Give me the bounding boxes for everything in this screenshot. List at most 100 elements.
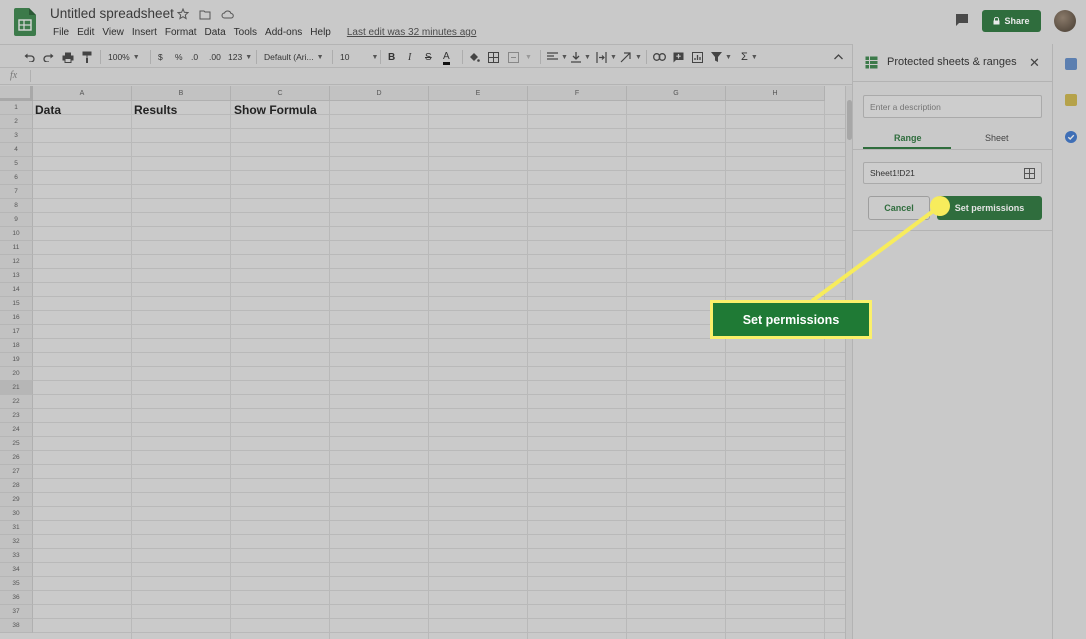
row-header-3[interactable]: 3 <box>0 129 33 143</box>
row-header-35[interactable]: 35 <box>0 577 33 591</box>
merge-cells-icon[interactable]: ▼ <box>508 50 532 64</box>
row-header-13[interactable]: 13 <box>0 269 33 283</box>
select-all-corner[interactable] <box>0 86 33 101</box>
font-select[interactable]: Default (Ari... ▼ <box>264 50 324 64</box>
decrease-decimal-button[interactable]: .0 <box>191 50 198 64</box>
collapse-toolbar-icon[interactable] <box>834 50 843 64</box>
description-input[interactable] <box>863 95 1042 118</box>
row-header-20[interactable]: 20 <box>0 367 33 381</box>
row-header-16[interactable]: 16 <box>0 311 33 325</box>
currency-format-button[interactable]: $ <box>158 50 163 64</box>
cell-area[interactable] <box>33 101 845 639</box>
range-field[interactable]: Sheet1!D21 <box>863 162 1042 184</box>
bold-button[interactable]: B <box>388 50 395 64</box>
cloud-status-icon[interactable] <box>220 7 234 21</box>
menu-data[interactable]: Data <box>201 27 230 38</box>
set-permissions-button[interactable]: Set permissions <box>937 196 1042 220</box>
comment-icon[interactable] <box>954 12 970 28</box>
percent-format-button[interactable]: % <box>175 50 183 64</box>
paint-format-icon[interactable] <box>82 50 92 64</box>
borders-icon[interactable] <box>488 50 499 64</box>
last-edit-link[interactable]: Last edit was 32 minutes ago <box>347 27 477 38</box>
italic-button[interactable]: I <box>408 50 411 64</box>
menu-edit[interactable]: Edit <box>73 27 98 38</box>
row-header-7[interactable]: 7 <box>0 185 33 199</box>
row-header-12[interactable]: 12 <box>0 255 33 269</box>
undo-icon[interactable] <box>24 50 35 64</box>
share-button[interactable]: Share <box>982 10 1041 32</box>
row-header-25[interactable]: 25 <box>0 437 33 451</box>
filter-icon[interactable]: ▼ <box>711 50 732 64</box>
folder-move-icon[interactable] <box>198 7 212 21</box>
text-rotation-icon[interactable]: ▼ <box>620 50 642 64</box>
insert-comment-icon[interactable] <box>673 50 684 64</box>
close-icon[interactable]: ✕ <box>1029 55 1040 71</box>
menu-format[interactable]: Format <box>161 27 201 38</box>
column-header-f[interactable]: F <box>528 86 627 101</box>
formula-bar[interactable]: fx <box>0 68 852 85</box>
row-header-19[interactable]: 19 <box>0 353 33 367</box>
strikethrough-button[interactable]: S <box>425 50 432 64</box>
column-header-g[interactable]: G <box>627 86 726 101</box>
row-header-4[interactable]: 4 <box>0 143 33 157</box>
row-header-24[interactable]: 24 <box>0 423 33 437</box>
row-header-32[interactable]: 32 <box>0 535 33 549</box>
column-header-c[interactable]: C <box>231 86 330 101</box>
row-header-11[interactable]: 11 <box>0 241 33 255</box>
column-header-e[interactable]: E <box>429 86 528 101</box>
vertical-scrollbar[interactable] <box>845 86 852 639</box>
row-header-9[interactable]: 9 <box>0 213 33 227</box>
row-header-23[interactable]: 23 <box>0 409 33 423</box>
select-range-icon[interactable] <box>1024 168 1035 179</box>
document-title[interactable]: Untitled spreadsheet <box>50 6 174 21</box>
vertical-align-icon[interactable]: ▼ <box>571 50 591 64</box>
row-header-37[interactable]: 37 <box>0 605 33 619</box>
row-header-10[interactable]: 10 <box>0 227 33 241</box>
font-size-select[interactable]: 10 ▼ <box>340 50 378 64</box>
redo-icon[interactable] <box>43 50 54 64</box>
cell-a1[interactable]: Data <box>35 103 61 117</box>
tab-range[interactable]: Range <box>894 133 922 143</box>
menu-insert[interactable]: Insert <box>128 27 161 38</box>
spreadsheet-grid[interactable]: ABCDEFGH 1 2 3 4 5 6 7 8 9 10 11 12 13 14 15 16 17 18 19 20… <box>0 86 845 639</box>
tab-sheet[interactable]: Sheet <box>985 133 1009 143</box>
text-wrapping-icon[interactable]: ▼ <box>596 50 617 64</box>
row-header-1[interactable]: 1 <box>0 101 33 115</box>
row-header-8[interactable]: 8 <box>0 199 33 213</box>
row-header-34[interactable]: 34 <box>0 563 33 577</box>
row-header-29[interactable]: 29 <box>0 493 33 507</box>
menu-help[interactable]: Help <box>306 27 335 38</box>
column-header-d[interactable]: D <box>330 86 429 101</box>
menu-file[interactable]: File <box>49 27 73 38</box>
menu-tools[interactable]: Tools <box>230 27 261 38</box>
row-header-38[interactable]: 38 <box>0 619 33 633</box>
tasks-icon[interactable] <box>1065 131 1077 143</box>
menu-addons[interactable]: Add-ons <box>261 27 306 38</box>
row-header-6[interactable]: 6 <box>0 171 33 185</box>
cancel-button[interactable]: Cancel <box>868 196 930 220</box>
row-header-2[interactable]: 2 <box>0 115 33 129</box>
column-header-a[interactable]: A <box>33 86 132 101</box>
column-header-b[interactable]: B <box>132 86 231 101</box>
increase-decimal-button[interactable]: .00 <box>209 50 221 64</box>
horizontal-align-icon[interactable]: ▼ <box>547 50 568 64</box>
row-header-14[interactable]: 14 <box>0 283 33 297</box>
calendar-icon[interactable] <box>1065 58 1077 70</box>
insert-link-icon[interactable] <box>653 50 666 64</box>
text-color-button[interactable]: A <box>443 50 450 65</box>
row-header-5[interactable]: 5 <box>0 157 33 171</box>
row-header-22[interactable]: 22 <box>0 395 33 409</box>
row-header-21[interactable]: 21 <box>0 381 33 395</box>
insert-chart-icon[interactable] <box>692 50 703 64</box>
print-icon[interactable] <box>62 50 74 64</box>
functions-button[interactable]: Σ ▼ <box>741 50 758 64</box>
column-header-h[interactable]: H <box>726 86 825 101</box>
fill-color-icon[interactable] <box>469 50 480 64</box>
row-header-27[interactable]: 27 <box>0 465 33 479</box>
row-header-18[interactable]: 18 <box>0 339 33 353</box>
row-header-17[interactable]: 17 <box>0 325 33 339</box>
star-icon[interactable] <box>176 7 190 21</box>
row-header-26[interactable]: 26 <box>0 451 33 465</box>
cell-b1[interactable]: Results <box>134 103 177 117</box>
sheets-logo-icon[interactable] <box>14 8 36 36</box>
